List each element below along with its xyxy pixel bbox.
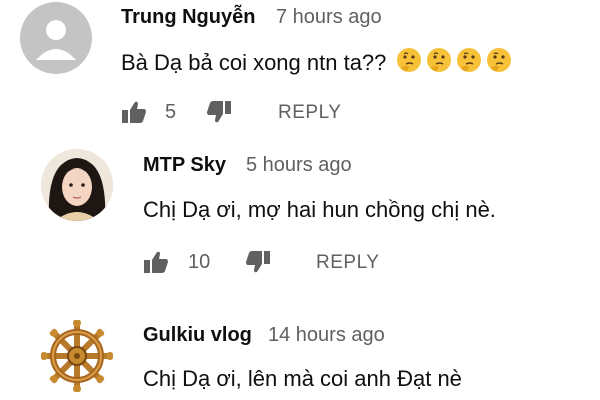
avatar[interactable] <box>41 149 113 221</box>
thumbs-down-icon <box>246 251 270 273</box>
thumbs-up-icon <box>144 251 168 273</box>
comment-text: Chị Dạ ơi, lên mà coi anh Đạt nè <box>143 366 462 391</box>
comment-author[interactable]: Trung Nguyễn <box>121 6 255 29</box>
reply-button[interactable]: REPLY <box>278 102 341 124</box>
thinking-face-emoji <box>485 46 513 80</box>
dislike-button[interactable] <box>206 100 232 129</box>
comment-text: Chị Dạ ơi, mợ hai hun chồng chị nè. <box>143 197 496 222</box>
thinking-face-emoji <box>425 46 453 80</box>
like-button[interactable] <box>143 250 169 279</box>
like-button[interactable] <box>121 100 147 129</box>
dislike-button[interactable] <box>245 250 271 279</box>
person-icon <box>36 20 76 60</box>
comment-timestamp[interactable]: 5 hours ago <box>246 154 352 177</box>
thumbs-down-icon <box>207 101 231 123</box>
comment-text-body: Bà Dạ bả coi xong ntn ta?? <box>121 50 387 75</box>
avatar[interactable] <box>20 2 92 74</box>
like-count: 10 <box>188 251 211 273</box>
thinking-face-emoji <box>395 46 423 80</box>
dharma-wheel-icon <box>41 320 113 392</box>
avatar[interactable] <box>41 320 113 392</box>
like-count: 5 <box>165 101 177 123</box>
thumbs-up-icon <box>122 101 146 123</box>
thinking-face-emoji <box>455 46 483 80</box>
comment-text: Bà Dạ bả coi xong ntn ta?? <box>121 46 513 80</box>
reply-button[interactable]: REPLY <box>316 252 379 274</box>
comment-author[interactable]: MTP Sky <box>143 154 226 177</box>
profile-photo-icon <box>41 149 113 221</box>
comment-author[interactable]: Gulkiu vlog <box>143 324 252 347</box>
comment-timestamp[interactable]: 14 hours ago <box>268 324 385 347</box>
comment-timestamp[interactable]: 7 hours ago <box>276 6 382 29</box>
